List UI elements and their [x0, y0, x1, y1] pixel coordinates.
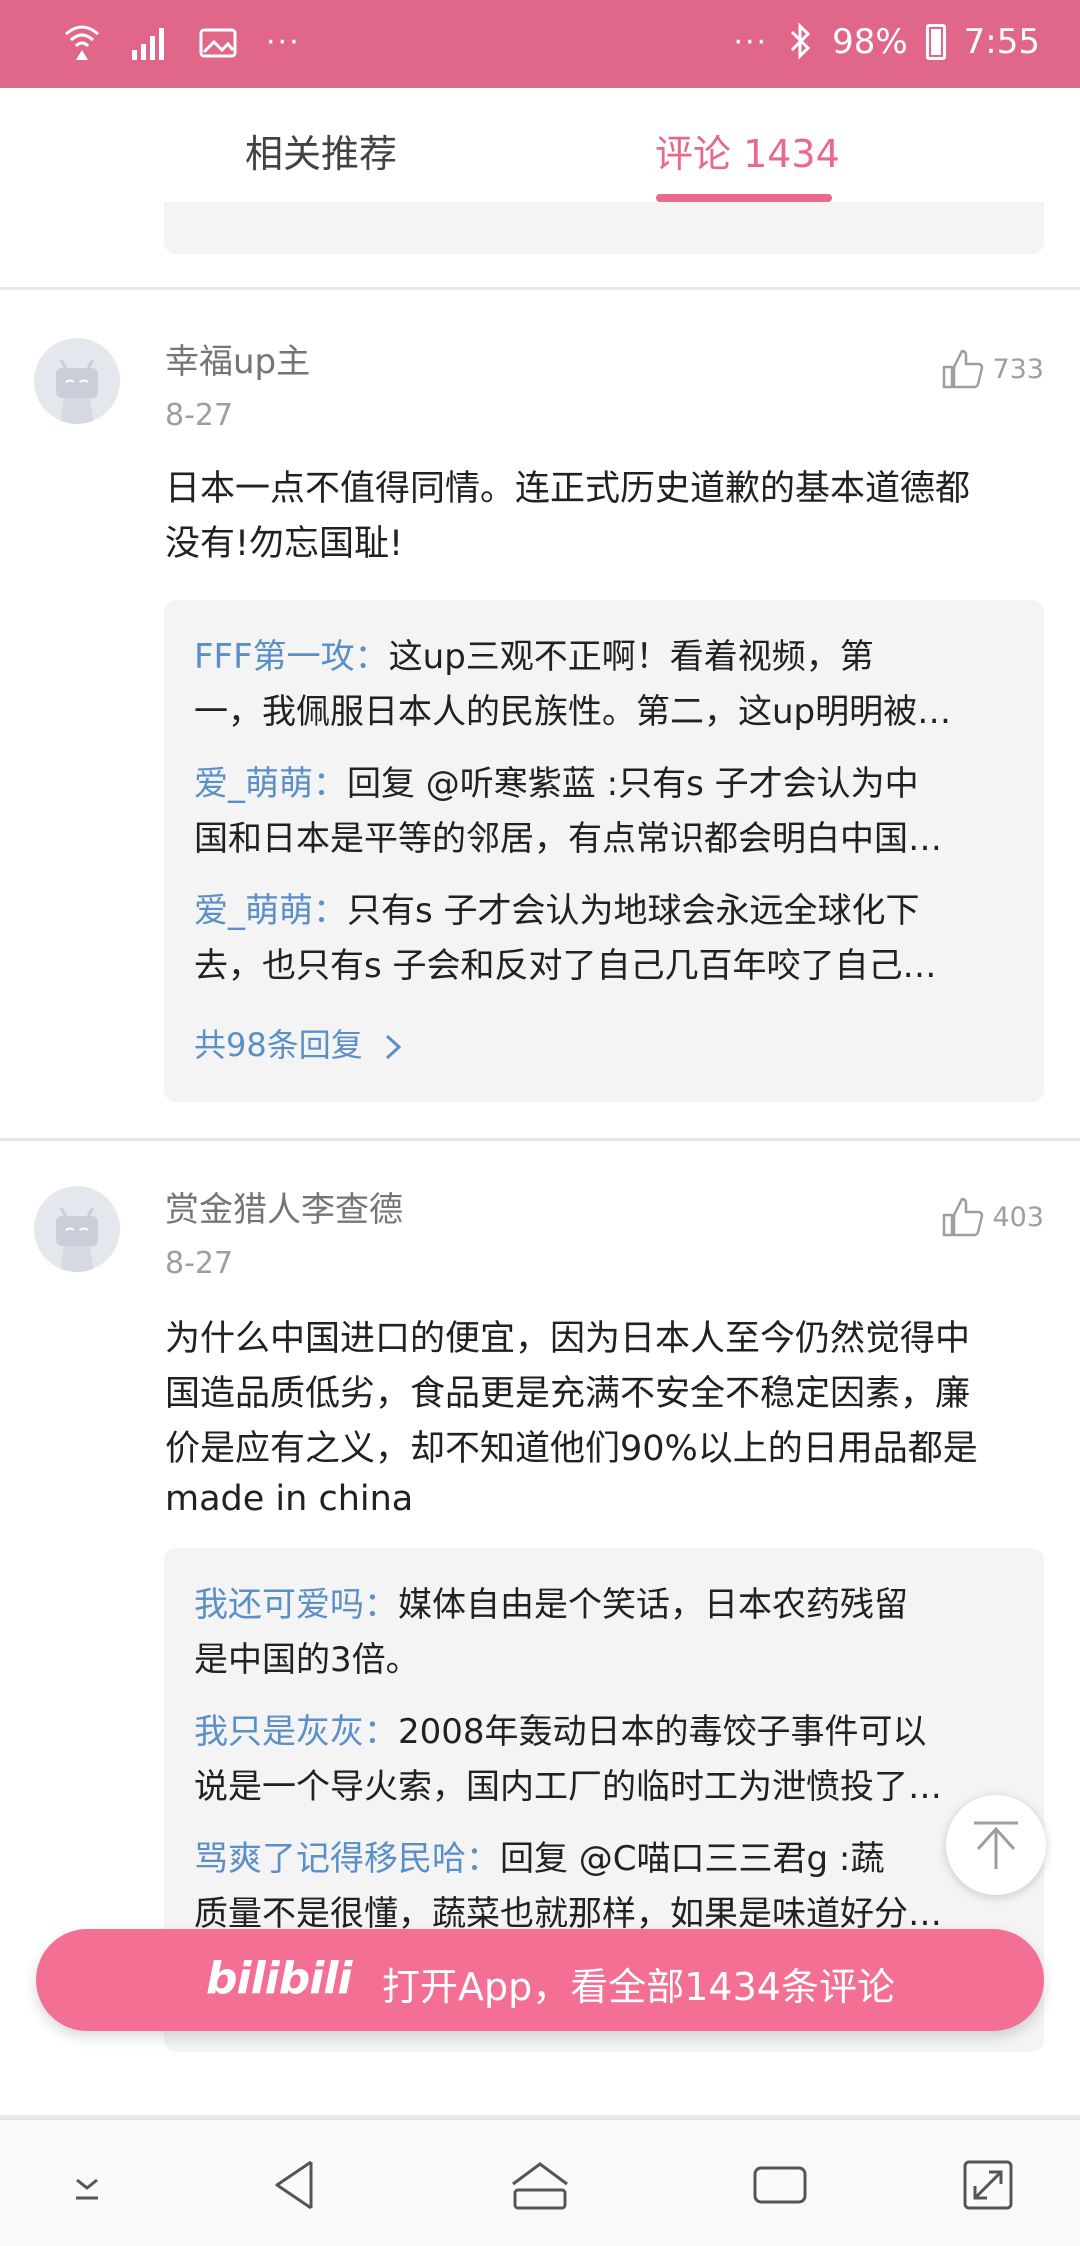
signal-icon [130, 20, 170, 64]
divider [0, 1138, 1080, 1141]
home-icon[interactable] [505, 2150, 575, 2220]
back-to-top-icon [974, 1821, 1018, 1869]
previous-reply-box [164, 202, 1044, 254]
system-nav-bar [0, 2118, 1080, 2246]
status-bar: ··· ··· 98% 7:55 [0, 0, 1080, 88]
reply-text: 说是一个导火索，国内工厂的临时工为泄愤投了… [194, 1767, 942, 1807]
thumbs-up-icon [943, 349, 984, 389]
comment-username[interactable]: 赏金猎人李查德 [165, 1182, 403, 1231]
reply-text: 2008年轰动日本的毒饺子事件可以 [398, 1712, 927, 1752]
open-app-label: 打开App，看全部1434条评论 [382, 1965, 895, 2009]
avatar-placeholder-icon [56, 1207, 98, 1272]
comment-username[interactable]: 幸福up主 [165, 334, 310, 383]
like-count: 403 [992, 1201, 1044, 1233]
tab-bar: 相关推荐 评论 1434 [0, 88, 1080, 202]
reply-username[interactable]: 爱_萌萌： [194, 891, 347, 931]
reply-text: 媒体自由是个笑话，日本农药残留 [398, 1585, 908, 1625]
open-app-button[interactable]: bilibili 打开App，看全部1434条评论 [36, 1929, 1044, 2031]
reply-username[interactable]: 我还可爱吗： [194, 1585, 398, 1625]
comment-text: 为什么中国进口的便宜，因为日本人至今仍然觉得中 国造品质低劣，食品更是充满不安全… [165, 1319, 978, 1519]
wifi-icon [62, 20, 102, 64]
reply-username[interactable]: FFF第一攻： [194, 637, 389, 677]
notification-dots: ··· [266, 24, 301, 60]
tab-related[interactable]: 相关推荐 [245, 123, 397, 178]
reply-text: 去，也只有s 子会和反对了自己几百年咬了自己… [194, 946, 937, 986]
reply-item[interactable]: 爱_萌萌：回复 @听寒紫蓝 :只有s 子才会认为中 国和日本是平等的邻居，有点常… [194, 757, 1014, 867]
recent-apps-icon[interactable] [745, 2150, 815, 2220]
chevron-right-icon [385, 1034, 402, 1060]
tab-comments[interactable]: 评论 1434 [655, 123, 840, 178]
comment-text: 日本一点不值得同情。连正式历史道歉的基本道德都 没有!勿忘国耻! [165, 469, 971, 564]
more-replies-link[interactable]: 共98条回复 [194, 1020, 405, 1066]
comment-date: 8-27 [165, 398, 234, 433]
bluetooth-icon [786, 20, 814, 64]
notification-dots-right: ··· [733, 24, 769, 60]
reply-item[interactable]: 我只是灰灰：2008年轰动日本的毒饺子事件可以 说是一个导火索，国内工厂的临时工… [194, 1705, 1014, 1815]
back-to-top-button[interactable] [946, 1795, 1046, 1895]
hide-nav-icon[interactable] [52, 2150, 122, 2220]
reply-box[interactable]: FFF第一攻：这up三观不正啊！看着视频，第 一，我佩服日本人的民族性。第二，这… [164, 600, 1044, 1102]
avatar[interactable] [34, 1186, 120, 1272]
reply-item[interactable]: 骂爽了记得移民哈：回复 @C喵口三三君g :蔬 质量不是很懂，蔬菜也就那样，如果… [194, 1832, 1014, 1942]
reply-item[interactable]: FFF第一攻：这up三观不正啊！看着视频，第 一，我佩服日本人的民族性。第二，这… [194, 630, 1014, 740]
reply-text: 是中国的3倍。 [194, 1640, 420, 1680]
reply-text: 国和日本是平等的邻居，有点常识都会明白中国… [194, 819, 942, 859]
reply-username[interactable]: 爱_萌萌： [194, 764, 347, 804]
reply-username[interactable]: 我只是灰灰： [194, 1712, 398, 1752]
like-count: 733 [992, 353, 1044, 385]
bilibili-logo: bilibili [206, 1953, 352, 2004]
reply-item[interactable]: 爱_萌萌：只有s 子才会认为地球会永远全球化下 去，也只有s 子会和反对了自己几… [194, 884, 1014, 994]
image-icon [198, 20, 238, 64]
clock: 7:55 [963, 22, 1040, 62]
reply-text: 一，我佩服日本人的民族性。第二，这up明明被… [194, 692, 952, 732]
back-icon[interactable] [263, 2150, 333, 2220]
reply-username[interactable]: 骂爽了记得移民哈： [194, 1839, 500, 1879]
like-button[interactable]: 403 [940, 1195, 1044, 1239]
tab-active-indicator [656, 194, 832, 202]
reply-text: 回复 @C喵口三三君g :蔬 [500, 1839, 885, 1879]
avatar[interactable] [34, 338, 120, 424]
divider [0, 287, 1080, 290]
comment-date: 8-27 [165, 1246, 234, 1281]
battery-percent: 98% [832, 22, 908, 62]
thumbs-up-icon [943, 1197, 984, 1237]
expand-icon[interactable] [953, 2150, 1023, 2220]
avatar-placeholder-icon [56, 359, 98, 424]
reply-item[interactable]: 我还可爱吗：媒体自由是个笑话，日本农药残留 是中国的3倍。 [194, 1578, 1014, 1688]
reply-text: 这up三观不正啊！看着视频，第 [388, 637, 874, 677]
reply-text: 回复 @听寒紫蓝 :只有s 子才会认为中 [347, 764, 919, 804]
like-button[interactable]: 733 [940, 347, 1044, 391]
reply-text: 只有s 子才会认为地球会永远全球化下 [347, 891, 920, 931]
battery-icon [925, 24, 946, 60]
